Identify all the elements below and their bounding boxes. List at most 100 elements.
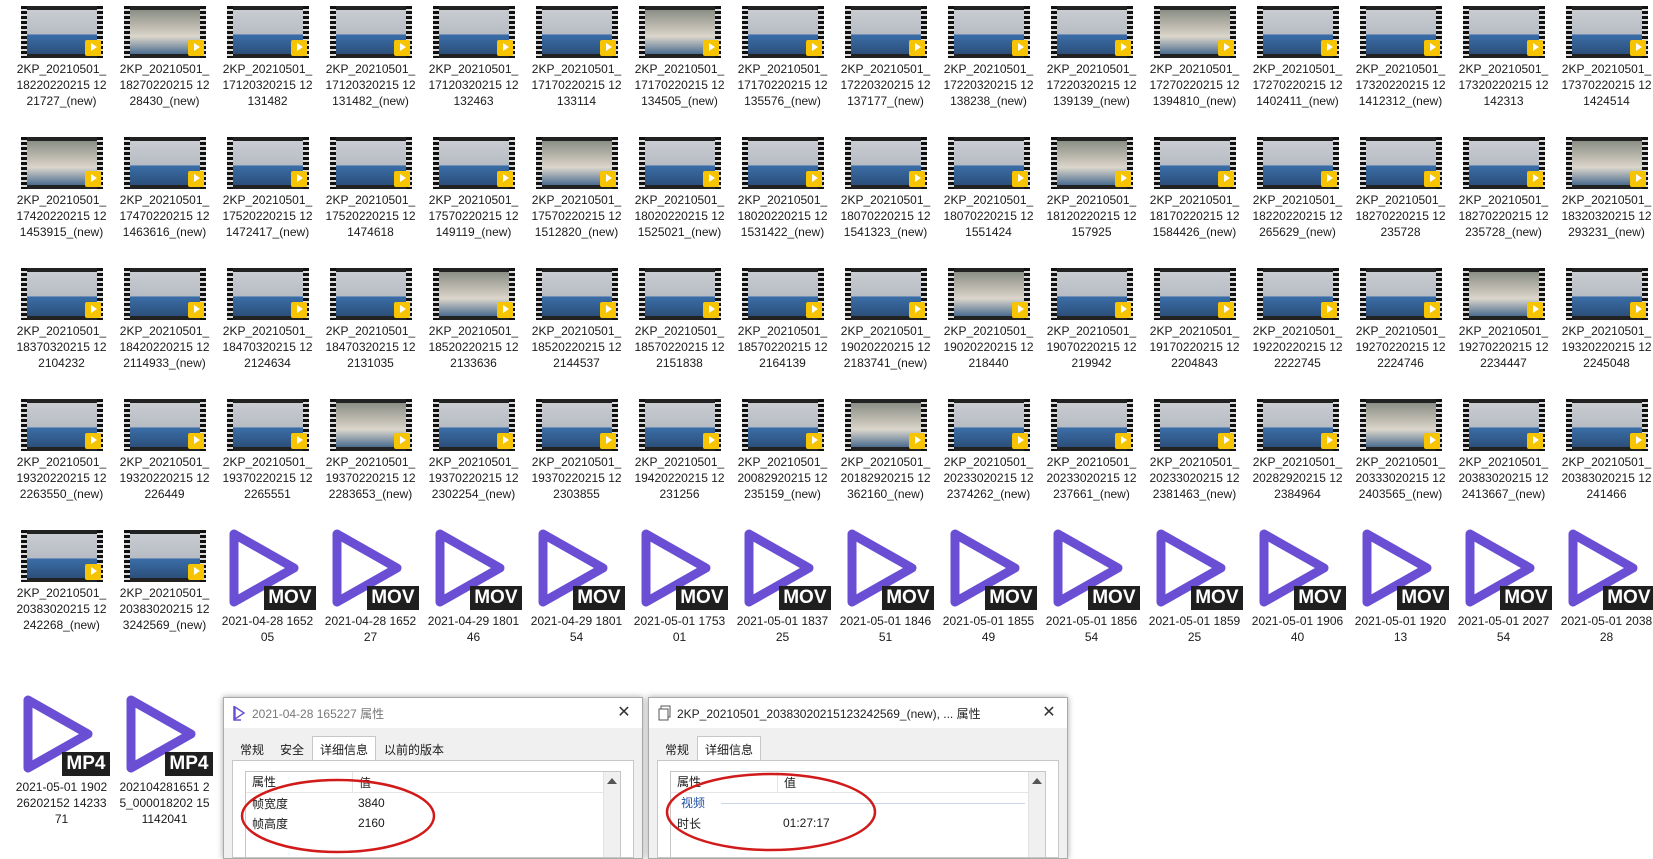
file-item[interactable]: 2KP_20210501_19270220215 122224746 bbox=[1349, 262, 1452, 371]
file-item[interactable]: 2KP_20210501_19320220215 122263550_(new) bbox=[10, 393, 113, 502]
file-item[interactable]: MOV2021-05-01 185549 bbox=[937, 524, 1040, 645]
file-item[interactable]: 2KP_20210501_17470220215 121463616_(new) bbox=[113, 131, 216, 240]
file-item[interactable]: MOV2021-04-29 180146 bbox=[422, 524, 525, 645]
file-item[interactable]: MP42021-05-01 190226202152 1423371 bbox=[10, 690, 113, 827]
file-item[interactable]: 2KP_20210501_18420220215 122114933_(new) bbox=[113, 262, 216, 371]
file-item[interactable]: 2KP_20210501_19020220215 12218440 bbox=[937, 262, 1040, 371]
file-item[interactable]: MOV2021-05-01 175301 bbox=[628, 524, 731, 645]
file-item[interactable]: MOV2021-05-01 185925 bbox=[1143, 524, 1246, 645]
file-item[interactable]: MOV2021-04-28 165227 bbox=[319, 524, 422, 645]
file-item[interactable]: 2KP_20210501_18270220215 12235728 bbox=[1349, 131, 1452, 240]
close-button[interactable]: ✕ bbox=[1039, 703, 1059, 723]
property-row-frame-width[interactable]: 帧宽度 3840 bbox=[246, 793, 620, 813]
file-item[interactable]: 2KP_20210501_20383020215 122413667_(new) bbox=[1452, 393, 1555, 502]
file-item[interactable]: 2KP_20210501_18220220215 12265629_(new) bbox=[1246, 131, 1349, 240]
file-item[interactable]: 2KP_20210501_20333020215 122403565_(new) bbox=[1349, 393, 1452, 502]
file-item[interactable]: 2KP_20210501_18020220215 121525021_(new) bbox=[628, 131, 731, 240]
property-row-duration[interactable]: 时长 01:27:17 bbox=[671, 813, 1045, 833]
file-item[interactable]: 2KP_20210501_17120320215 12131482_(new) bbox=[319, 0, 422, 109]
vertical-scrollbar[interactable] bbox=[1028, 772, 1045, 857]
file-item[interactable]: 2KP_20210501_18020220215 121531422_(new) bbox=[731, 131, 834, 240]
file-item[interactable]: 2KP_20210501_18470320215 122131035 bbox=[319, 262, 422, 371]
file-item[interactable]: 2KP_20210501_18270220215 1228430_(new) bbox=[113, 0, 216, 109]
file-item[interactable]: 2KP_20210501_17170220215 12133114 bbox=[525, 0, 628, 109]
file-item[interactable]: 2KP_20210501_17570220215 121512820_(new) bbox=[525, 131, 628, 240]
scroll-up-arrow-icon[interactable] bbox=[1032, 778, 1042, 784]
file-item[interactable]: 2KP_20210501_20383020215 12241466 bbox=[1555, 393, 1653, 502]
file-item[interactable]: 2KP_20210501_19320220215 12226449 bbox=[113, 393, 216, 502]
file-item[interactable]: 2KP_20210501_19170220215 122204843 bbox=[1143, 262, 1246, 371]
file-item[interactable]: 2KP_20210501_18570220215 122164139 bbox=[731, 262, 834, 371]
file-item[interactable]: 2KP_20210501_19070220215 12219942 bbox=[1040, 262, 1143, 371]
file-item[interactable]: MOV2021-05-01 203828 bbox=[1555, 524, 1653, 645]
scroll-up-arrow-icon[interactable] bbox=[607, 778, 617, 784]
file-item[interactable]: 2KP_20210501_19370220215 122303855 bbox=[525, 393, 628, 502]
close-button[interactable]: ✕ bbox=[614, 703, 634, 723]
file-item[interactable]: 2KP_20210501_18520220215 122144537 bbox=[525, 262, 628, 371]
file-item[interactable]: 2KP_20210501_19270220215 122234447 bbox=[1452, 262, 1555, 371]
file-item[interactable]: 2KP_20210501_18570220215 122151838 bbox=[628, 262, 731, 371]
file-item[interactable]: MOV2021-05-01 183725 bbox=[731, 524, 834, 645]
file-item[interactable]: 2KP_20210501_17120320215 12132463 bbox=[422, 0, 525, 109]
file-item[interactable]: MOV2021-04-29 180154 bbox=[525, 524, 628, 645]
file-item[interactable]: MOV2021-05-01 192013 bbox=[1349, 524, 1452, 645]
file-item[interactable]: 2KP_20210501_18370320215 122104232 bbox=[10, 262, 113, 371]
file-item[interactable]: 2KP_20210501_17170220215 12134505_(new) bbox=[628, 0, 731, 109]
file-item[interactable]: MOV2021-05-01 190640 bbox=[1246, 524, 1349, 645]
file-item[interactable]: 2KP_20210501_17420220215 121453915_(new) bbox=[10, 131, 113, 240]
file-item[interactable]: 2KP_20210501_17220320215 12139139_(new) bbox=[1040, 0, 1143, 109]
column-header-value[interactable]: 值 bbox=[778, 774, 796, 791]
column-header-property[interactable]: 属性 bbox=[671, 772, 778, 792]
file-item[interactable]: 2KP_20210501_17320220215 121412312_(new) bbox=[1349, 0, 1452, 109]
file-item[interactable]: 2KP_20210501_18320320215 12293231_(new) bbox=[1555, 131, 1653, 240]
file-item[interactable]: 2KP_20210501_17220320215 12138238_(new) bbox=[937, 0, 1040, 109]
file-item[interactable]: 2KP_20210501_20383020215 12242268_(new) bbox=[10, 524, 113, 633]
vertical-scrollbar[interactable] bbox=[603, 772, 620, 857]
file-item[interactable]: MOV2021-05-01 202754 bbox=[1452, 524, 1555, 645]
file-item[interactable]: 2KP_20210501_18520220215 122133636 bbox=[422, 262, 525, 371]
file-item[interactable]: 2KP_20210501_17520220215 121472417_(new) bbox=[216, 131, 319, 240]
file-item[interactable]: 2KP_20210501_19420220215 12231256 bbox=[628, 393, 731, 502]
file-item[interactable]: 2KP_20210501_17370220215 121424514 bbox=[1555, 0, 1653, 109]
file-item[interactable]: 2KP_20210501_20182920215 12362160_(new) bbox=[834, 393, 937, 502]
file-item[interactable]: 2KP_20210501_18470320215 122124634 bbox=[216, 262, 319, 371]
property-group-video[interactable]: 视频 bbox=[671, 793, 1045, 813]
file-item[interactable]: 2KP_20210501_17270220215 121394810_(new) bbox=[1143, 0, 1246, 109]
file-item[interactable]: 2KP_20210501_20233020215 122381463_(new) bbox=[1143, 393, 1246, 502]
file-item[interactable]: 2KP_20210501_19220220215 122222745 bbox=[1246, 262, 1349, 371]
file-item[interactable]: 2KP_20210501_19370220215 122265551 bbox=[216, 393, 319, 502]
file-item[interactable]: 2KP_20210501_18220220215 1221727_(new) bbox=[10, 0, 113, 109]
column-header-value[interactable]: 值 bbox=[353, 774, 371, 791]
tab-general[interactable]: 常规 bbox=[232, 736, 272, 760]
dialog-title-bar[interactable]: 2KP_20210501_20383020215123242569_(new),… bbox=[649, 698, 1067, 728]
file-item[interactable]: 2KP_20210501_17520220215 121474618 bbox=[319, 131, 422, 240]
dialog-title-bar[interactable]: 2021-04-28 165227 属性 ✕ bbox=[224, 698, 642, 728]
file-item[interactable]: 2KP_20210501_20383020215 123242569_(new) bbox=[113, 524, 216, 633]
file-item[interactable]: 2KP_20210501_17170220215 12135576_(new) bbox=[731, 0, 834, 109]
column-header-property[interactable]: 属性 bbox=[246, 772, 353, 792]
file-item[interactable]: 2KP_20210501_19370220215 122283653_(new) bbox=[319, 393, 422, 502]
file-item[interactable]: 2KP_20210501_20233020215 122374262_(new) bbox=[937, 393, 1040, 502]
file-item[interactable]: MOV2021-04-28 165205 bbox=[216, 524, 319, 645]
file-item[interactable]: 2KP_20210501_18270220215 12235728_(new) bbox=[1452, 131, 1555, 240]
file-item[interactable]: 2KP_20210501_17320220215 12142313 bbox=[1452, 0, 1555, 109]
file-item[interactable]: 2KP_20210501_18120220215 12157925 bbox=[1040, 131, 1143, 240]
file-item[interactable]: MOV2021-05-01 185654 bbox=[1040, 524, 1143, 645]
tab-general[interactable]: 常规 bbox=[657, 736, 697, 760]
file-item[interactable]: 2KP_20210501_18170220215 121584426_(new) bbox=[1143, 131, 1246, 240]
file-item[interactable]: 2KP_20210501_19020220215 122183741_(new) bbox=[834, 262, 937, 371]
tab-details[interactable]: 详细信息 bbox=[697, 736, 761, 760]
tab-security[interactable]: 安全 bbox=[272, 736, 312, 760]
file-item[interactable]: 2KP_20210501_18070220215 121551424 bbox=[937, 131, 1040, 240]
file-item[interactable]: 2KP_20210501_17220320215 12137177_(new) bbox=[834, 0, 937, 109]
file-item[interactable]: 2KP_20210501_19320220215 122245048 bbox=[1555, 262, 1653, 371]
file-item[interactable]: 2KP_20210501_18070220215 121541323_(new) bbox=[834, 131, 937, 240]
property-row-frame-height[interactable]: 帧高度 2160 bbox=[246, 813, 620, 833]
tab-previous-versions[interactable]: 以前的版本 bbox=[376, 736, 452, 760]
file-item[interactable]: MP4202104281651 25_000018202 151142041 bbox=[113, 690, 216, 827]
file-item[interactable]: 2KP_20210501_19370220215 122302254_(new) bbox=[422, 393, 525, 502]
file-item[interactable]: 2KP_20210501_20282920215 122384964 bbox=[1246, 393, 1349, 502]
file-item[interactable]: 2KP_20210501_17120320215 12131482 bbox=[216, 0, 319, 109]
file-item[interactable]: 2KP_20210501_17570220215 12149119_(new) bbox=[422, 131, 525, 240]
file-item[interactable]: 2KP_20210501_20082920215 12235159_(new) bbox=[731, 393, 834, 502]
